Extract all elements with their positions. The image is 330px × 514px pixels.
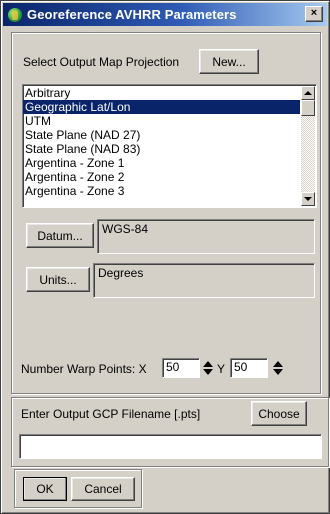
warp-points-label: Number Warp Points: X [21,362,147,376]
warp-y-input[interactable]: 50 [230,358,268,378]
projection-label: Select Output Map Projection [23,55,180,69]
warp-y-spinner[interactable] [271,359,285,377]
projection-list-item[interactable]: Argentina - Zone 2 [23,170,300,184]
units-button[interactable]: Units... [26,267,90,292]
scroll-down-button[interactable] [301,192,315,206]
projection-list-item[interactable]: Arbitrary [23,86,300,100]
datum-value: WGS-84 [97,219,315,254]
spin-up-icon[interactable] [273,361,283,367]
spin-down-icon[interactable] [273,369,283,375]
projection-list-item[interactable]: Argentina - Zone 1 [23,156,300,170]
datum-button[interactable]: Datum... [26,223,94,248]
spin-up-icon[interactable] [203,361,213,367]
projection-items: Arbitrary Geographic Lat/Lon UTM State Plan… [23,86,316,198]
projection-list-item[interactable]: State Plane (NAD 83) [23,142,300,156]
arrow-down-icon [304,197,312,201]
warp-x-input[interactable]: 50 [162,358,200,378]
warp-x-spinner[interactable] [201,359,215,377]
projection-list-item[interactable]: State Plane (NAD 27) [23,128,300,142]
projection-list[interactable]: Arbitrary Geographic Lat/Lon UTM State Plan… [22,84,317,208]
cancel-button[interactable]: Cancel [71,477,135,501]
gcp-filename-label: Enter Output GCP Filename [.pts] [21,407,201,421]
warp-y-label: Y [217,362,226,376]
spin-down-icon[interactable] [203,369,213,375]
choose-button[interactable]: Choose [251,401,307,426]
dialog-window: Georeference AVHRR Parameters × Select O… [0,0,330,514]
new-projection-button[interactable]: New... [199,49,259,74]
globe-icon [8,7,22,22]
projection-list-item[interactable]: UTM [23,114,300,128]
title-bar[interactable]: Georeference AVHRR Parameters × [3,3,327,26]
gcp-filename-input[interactable] [19,434,322,459]
scroll-thumb[interactable] [301,100,315,116]
scroll-up-button[interactable] [301,86,315,100]
window-title: Georeference AVHRR Parameters [27,7,237,22]
ok-button[interactable]: OK [23,477,67,501]
projection-list-item[interactable]: Geographic Lat/Lon [23,100,300,114]
close-button[interactable]: × [305,6,323,22]
units-value: Degrees [93,263,315,298]
list-scrollbar[interactable] [301,86,315,206]
projection-list-item[interactable]: Argentina - Zone 3 [23,184,300,198]
arrow-up-icon [304,91,312,95]
